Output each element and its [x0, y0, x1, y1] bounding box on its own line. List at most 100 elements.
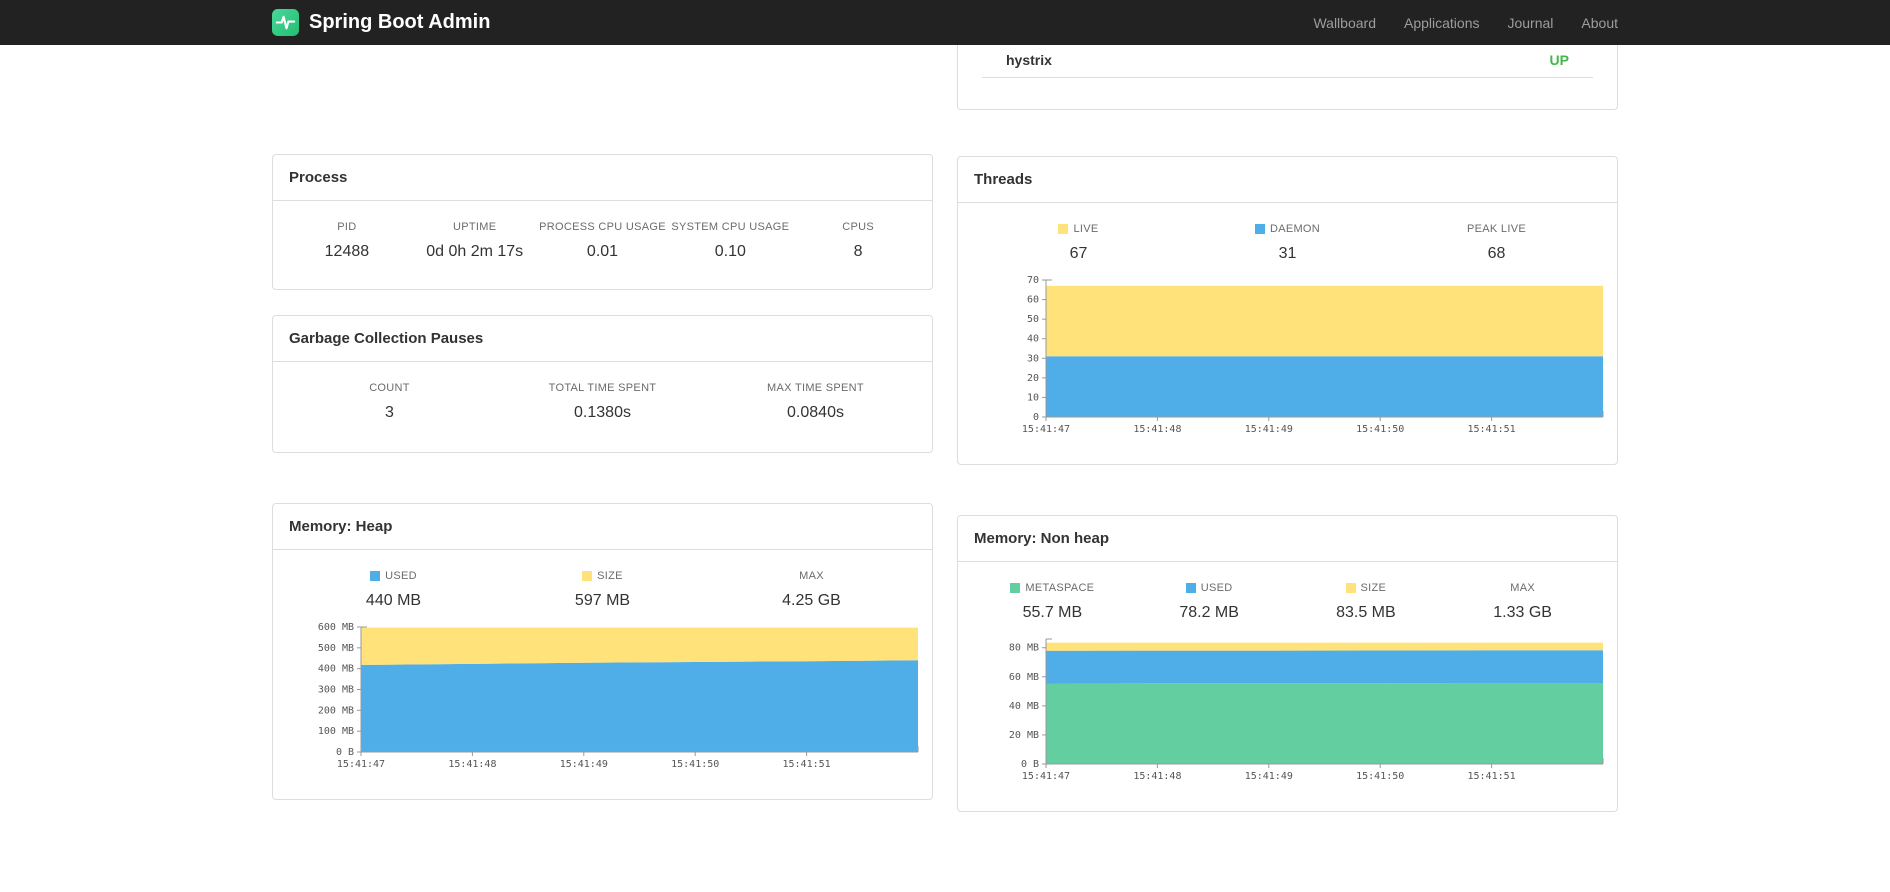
process-panel-title: Process [273, 155, 932, 201]
stat-label: PID [337, 221, 357, 233]
stat-threads-live: LIVE 67 [974, 223, 1183, 263]
stat-label: METASPACE [974, 582, 1131, 594]
left-column: Process PID 12488 UPTIME 0d 0h 2m 17s PR… [272, 154, 933, 800]
svg-text:0 B: 0 B [336, 747, 354, 758]
process-panel: Process PID 12488 UPTIME 0d 0h 2m 17s PR… [272, 154, 933, 290]
threads-legend: LIVE 67 DAEMON 31 PEAK LIVE 68 [974, 223, 1601, 263]
svg-text:80 MB: 80 MB [1009, 643, 1039, 654]
health-panel-cutoff: hystrix UP [957, 45, 1618, 110]
nav-links: Wallboard Applications Journal About [1299, 15, 1618, 31]
stat-label: PROCESS CPU USAGE [539, 221, 666, 233]
svg-text:0 B: 0 B [1021, 759, 1039, 770]
main-content: Process PID 12488 UPTIME 0d 0h 2m 17s PR… [272, 45, 1618, 812]
memory-nonheap-body: METASPACE 55.7 MB USED 78.2 MB SIZE 83.5… [958, 562, 1617, 811]
heap-legend: USED 440 MB SIZE 597 MB MAX 4.25 GB [289, 570, 916, 610]
stat-heap-max: MAX 4.25 GB [707, 570, 916, 610]
stat-label-text: SIZE [597, 570, 623, 582]
stat-heap-used: USED 440 MB [289, 570, 498, 610]
svg-text:40 MB: 40 MB [1009, 701, 1039, 712]
size-series-swatch [582, 571, 593, 581]
size-series-swatch [1345, 583, 1356, 593]
svg-text:400 MB: 400 MB [318, 664, 354, 675]
stat-value: 597 MB [574, 592, 631, 609]
stat-label-text: MAX [1510, 582, 1535, 594]
stat-process-cpu: PROCESS CPU USAGE 0.01 [539, 221, 667, 261]
stat-value: 12488 [324, 243, 370, 260]
stat-nonheap-size: SIZE 83.5 MB [1288, 582, 1445, 622]
stat-value: 440 MB [365, 592, 422, 609]
stat-label: MAX [1444, 582, 1601, 594]
health-component-name: hystrix [1006, 52, 1052, 68]
stat-uptime: UPTIME 0d 0h 2m 17s [411, 221, 539, 261]
stat-threads-peak: PEAK LIVE 68 [1392, 223, 1601, 263]
svg-text:100 MB: 100 MB [318, 726, 354, 737]
stat-label: SIZE [498, 570, 707, 582]
health-panel-spacer [958, 78, 1617, 109]
stat-label: UPTIME [453, 221, 497, 233]
daemon-series-swatch [1254, 224, 1265, 234]
stat-value: 4.25 GB [782, 592, 841, 609]
svg-text:15:41:51: 15:41:51 [783, 759, 831, 770]
memory-heap-panel: Memory: Heap USED 440 MB SIZE 597 MB MAX… [272, 503, 933, 800]
used-series-swatch [370, 571, 381, 581]
brand-link[interactable]: Spring Boot Admin [272, 9, 490, 36]
svg-text:10: 10 [1027, 392, 1039, 403]
svg-text:200 MB: 200 MB [318, 705, 354, 716]
svg-text:15:41:50: 15:41:50 [671, 759, 719, 770]
stat-value: 0.10 [714, 243, 746, 260]
stat-value: 0d 0h 2m 17s [426, 243, 524, 260]
stat-value: 68 [1487, 245, 1506, 262]
svg-text:15:41:49: 15:41:49 [1245, 424, 1293, 435]
stat-heap-size: SIZE 597 MB [498, 570, 707, 610]
svg-text:50: 50 [1027, 314, 1039, 325]
svg-text:15:41:51: 15:41:51 [1468, 771, 1516, 782]
stat-value: 1.33 GB [1493, 604, 1552, 621]
memory-nonheap-panel-title: Memory: Non heap [958, 516, 1617, 562]
stat-label: PEAK LIVE [1392, 223, 1601, 235]
stat-nonheap-max: MAX 1.33 GB [1444, 582, 1601, 622]
nonheap-legend: METASPACE 55.7 MB USED 78.2 MB SIZE 83.5… [974, 582, 1601, 622]
svg-text:15:41:51: 15:41:51 [1468, 424, 1516, 435]
nav-applications[interactable]: Applications [1390, 15, 1494, 31]
svg-text:15:41:49: 15:41:49 [560, 759, 608, 770]
svg-text:15:41:47: 15:41:47 [1022, 771, 1070, 782]
stat-system-cpu: SYSTEM CPU USAGE 0.10 [666, 221, 794, 261]
threads-panel: Threads LIVE 67 DAEMON 31 PEAK LIVE 68 0… [957, 156, 1618, 465]
gc-panel-title: Garbage Collection Pauses [273, 316, 932, 362]
nav-about[interactable]: About [1567, 15, 1618, 31]
stat-value: 83.5 MB [1336, 604, 1396, 621]
stat-label: LIVE [974, 223, 1183, 235]
svg-text:300 MB: 300 MB [318, 685, 354, 696]
svg-text:15:41:48: 15:41:48 [1133, 771, 1181, 782]
stat-value: 31 [1278, 245, 1297, 262]
memory-nonheap-panel: Memory: Non heap METASPACE 55.7 MB USED [957, 515, 1618, 812]
svg-text:15:41:47: 15:41:47 [1022, 424, 1070, 435]
nav-journal[interactable]: Journal [1493, 15, 1567, 31]
stat-label: SYSTEM CPU USAGE [671, 221, 790, 233]
navbar: Spring Boot Admin Wallboard Applications… [0, 0, 1890, 45]
gc-stats: COUNT 3 TOTAL TIME SPENT 0.1380s MAX TIM… [273, 362, 932, 452]
used-series-swatch [1185, 583, 1196, 593]
svg-text:15:41:48: 15:41:48 [448, 759, 496, 770]
stat-value: 55.7 MB [1022, 604, 1083, 621]
svg-text:60 MB: 60 MB [1009, 672, 1039, 683]
stat-gc-total-time: TOTAL TIME SPENT 0.1380s [496, 382, 709, 422]
svg-text:15:41:47: 15:41:47 [337, 759, 385, 770]
stat-cpus: CPUS 8 [794, 221, 922, 261]
process-stats: PID 12488 UPTIME 0d 0h 2m 17s PROCESS CP… [273, 201, 932, 289]
svg-text:40: 40 [1027, 334, 1039, 345]
threads-area-chart: 0 10 20 30 40 50 60 70 15:41:47 15:41:48 15:41:49 1… [998, 275, 1604, 444]
stat-value: 78.2 MB [1179, 604, 1239, 621]
stat-label-text: USED [385, 570, 417, 582]
memory-heap-body: USED 440 MB SIZE 597 MB MAX 4.25 GB 0 B … [273, 550, 932, 799]
stat-label: MAX [707, 570, 916, 582]
stat-label: TOTAL TIME SPENT [548, 382, 657, 394]
threads-panel-title: Threads [958, 157, 1617, 203]
right-column: hystrix UP Threads LIVE 67 DAEMON 31 PEA… [957, 45, 1618, 812]
stat-value: 0.0840s [787, 404, 844, 421]
stat-label: USED [1131, 582, 1288, 594]
nav-wallboard[interactable]: Wallboard [1299, 15, 1390, 31]
status-up-badge: UP [1549, 52, 1569, 68]
stat-label: CPUS [842, 221, 874, 233]
pulse-logo-icon [272, 9, 299, 36]
